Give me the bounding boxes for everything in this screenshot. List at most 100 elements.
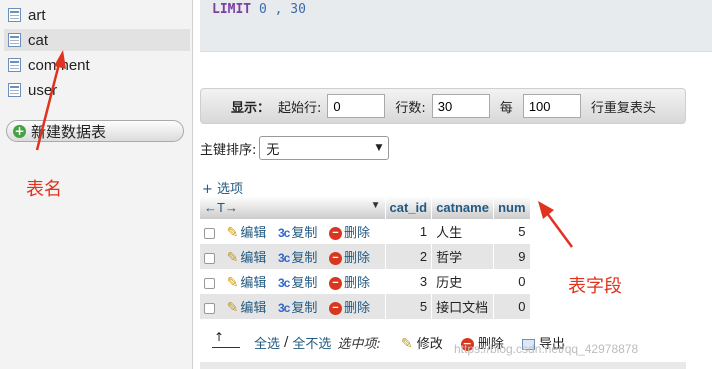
column-header-catname[interactable]: catname: [431, 196, 495, 219]
sql-value: 0 , 30: [258, 2, 306, 17]
start-row-label: 起始行:: [278, 100, 322, 116]
show-label: 显示：: [231, 100, 271, 116]
row-actions: ✎ 编辑 3c 复制 − 删除: [200, 244, 386, 269]
copy-icon: 3c: [278, 226, 290, 240]
column-header-cat_id[interactable]: cat_id: [385, 196, 433, 219]
table-row: ✎ 编辑 3c 复制 − 删除 1 人生 5: [200, 219, 531, 244]
table-row: ✎ 编辑 3c 复制 − 删除 5 接口文档 0: [200, 294, 531, 319]
copy-action[interactable]: 3c 复制: [278, 225, 317, 240]
dropdown-arrow-icon[interactable]: ▼: [371, 200, 381, 211]
copy-label: 复制: [291, 300, 318, 315]
column-arrows-icon[interactable]: ←T→: [204, 200, 238, 215]
edit-label: 编辑: [240, 300, 267, 315]
column-arrows-header: ←T→ ▼: [200, 196, 386, 219]
cell-catname: 历史: [431, 269, 495, 294]
cell-num: 0: [493, 294, 531, 319]
annotation-arrow-table-name: [35, 50, 66, 151]
delete-label: 删除: [344, 275, 371, 290]
select-up-arrow-icon: ↑: [212, 330, 240, 348]
edit-label: 编辑: [240, 225, 267, 240]
watermark: https://blog.csdn.net/qq_42978878: [454, 342, 639, 356]
edit-action[interactable]: ✎ 编辑: [226, 224, 267, 240]
row-count-label: 行数:: [395, 100, 426, 116]
cell-catname: 哲学: [431, 244, 495, 269]
delete-icon: −: [329, 227, 342, 241]
cell-num: 9: [493, 244, 531, 269]
edit-label: 编辑: [240, 275, 267, 290]
options-link[interactable]: + 选项: [202, 178, 243, 197]
row-checkbox[interactable]: [204, 228, 215, 240]
copy-action[interactable]: 3c 复制: [278, 300, 317, 315]
copy-icon: 3c: [278, 276, 290, 290]
cell-cat_id: 3: [385, 269, 433, 294]
start-row-input[interactable]: [327, 94, 386, 118]
repeat-header-label: 行重复表头: [590, 100, 656, 116]
dropdown-arrow-icon: ▼: [375, 143, 383, 153]
copy-label: 复制: [291, 225, 318, 240]
bulk-edit-button[interactable]: ✎ 修改: [401, 333, 443, 352]
delete-action[interactable]: − 删除: [329, 225, 371, 241]
annotation-table-field: 表字段: [568, 276, 622, 297]
annotation-arrow-table-field: [538, 201, 574, 248]
row-checkbox[interactable]: [204, 303, 215, 315]
pencil-icon: ✎: [226, 299, 239, 315]
cell-cat_id: 5: [385, 294, 433, 319]
selected-items-label: 选中项:: [337, 336, 381, 352]
repeat-every-label: 每: [499, 100, 513, 116]
delete-action[interactable]: − 删除: [329, 250, 371, 266]
delete-action[interactable]: − 删除: [329, 300, 371, 316]
edit-label: 编辑: [240, 250, 267, 265]
delete-label: 删除: [344, 300, 371, 315]
row-actions: ✎ 编辑 3c 复制 − 删除: [200, 219, 386, 244]
delete-icon: −: [329, 252, 342, 266]
copy-icon: 3c: [278, 301, 290, 315]
edit-action[interactable]: ✎ 编辑: [226, 299, 267, 315]
cell-num: 0: [493, 269, 531, 294]
results-table: ←T→ ▼ cat_id catname num ✎ 编辑 3c 复制 − 删除 1 …: [200, 196, 531, 319]
row-checkbox[interactable]: [204, 278, 215, 290]
pencil-icon: ✎: [226, 274, 239, 290]
table-row: ✎ 编辑 3c 复制 − 删除 3 历史 0: [200, 269, 531, 294]
copy-icon: 3c: [278, 251, 290, 265]
select-all-link[interactable]: 全选: [254, 333, 280, 352]
sort-by-key-row: 主键排序: 无 ▼: [200, 136, 390, 160]
footer-strip: [200, 362, 686, 369]
pencil-icon: ✎: [226, 224, 239, 240]
copy-label: 复制: [291, 275, 318, 290]
edit-action[interactable]: ✎ 编辑: [226, 249, 267, 265]
bulk-edit-label: 修改: [416, 336, 443, 352]
row-count-input[interactable]: [431, 94, 490, 118]
bulk-separator: /: [284, 334, 289, 350]
row-actions: ✎ 编辑 3c 复制 − 删除: [200, 269, 386, 294]
row-checkbox[interactable]: [204, 253, 215, 265]
sql-query-text: LIMIT 0 , 30: [212, 2, 306, 17]
sort-by-key-label: 主键排序:: [200, 142, 257, 158]
table-row: ✎ 编辑 3c 复制 − 删除 2 哲学 9: [200, 244, 531, 269]
cell-num: 5: [493, 219, 531, 244]
pencil-icon: ✎: [226, 249, 239, 265]
cell-catname: 接口文档: [431, 294, 495, 319]
row-actions: ✎ 编辑 3c 复制 − 删除: [200, 294, 386, 319]
deselect-all-link[interactable]: 全不选: [292, 333, 331, 352]
cell-cat_id: 2: [385, 244, 433, 269]
copy-action[interactable]: 3c 复制: [278, 250, 317, 265]
column-header-num[interactable]: num: [493, 196, 531, 219]
sort-selected-value: 无: [266, 142, 280, 158]
delete-icon: −: [329, 277, 342, 291]
copy-label: 复制: [291, 250, 318, 265]
copy-action[interactable]: 3c 复制: [278, 275, 317, 290]
annotation-table-name: 表名: [26, 179, 62, 200]
sort-by-key-select[interactable]: 无 ▼: [259, 136, 390, 160]
pencil-icon: ✎: [400, 335, 413, 352]
repeat-header-input[interactable]: [522, 94, 581, 118]
delete-label: 删除: [344, 250, 371, 265]
cell-cat_id: 1: [385, 219, 433, 244]
delete-label: 删除: [344, 225, 371, 240]
table-header-row: ←T→ ▼ cat_id catname num: [200, 196, 531, 219]
delete-icon: −: [329, 302, 342, 316]
sql-query-box: LIMIT 0 , 30: [200, 0, 712, 52]
row-navigation-bar: 显示： 起始行: 行数: 每 行重复表头: [200, 88, 686, 124]
sql-keyword: LIMIT: [212, 2, 252, 17]
delete-action[interactable]: − 删除: [329, 275, 371, 291]
edit-action[interactable]: ✎ 编辑: [226, 274, 267, 290]
